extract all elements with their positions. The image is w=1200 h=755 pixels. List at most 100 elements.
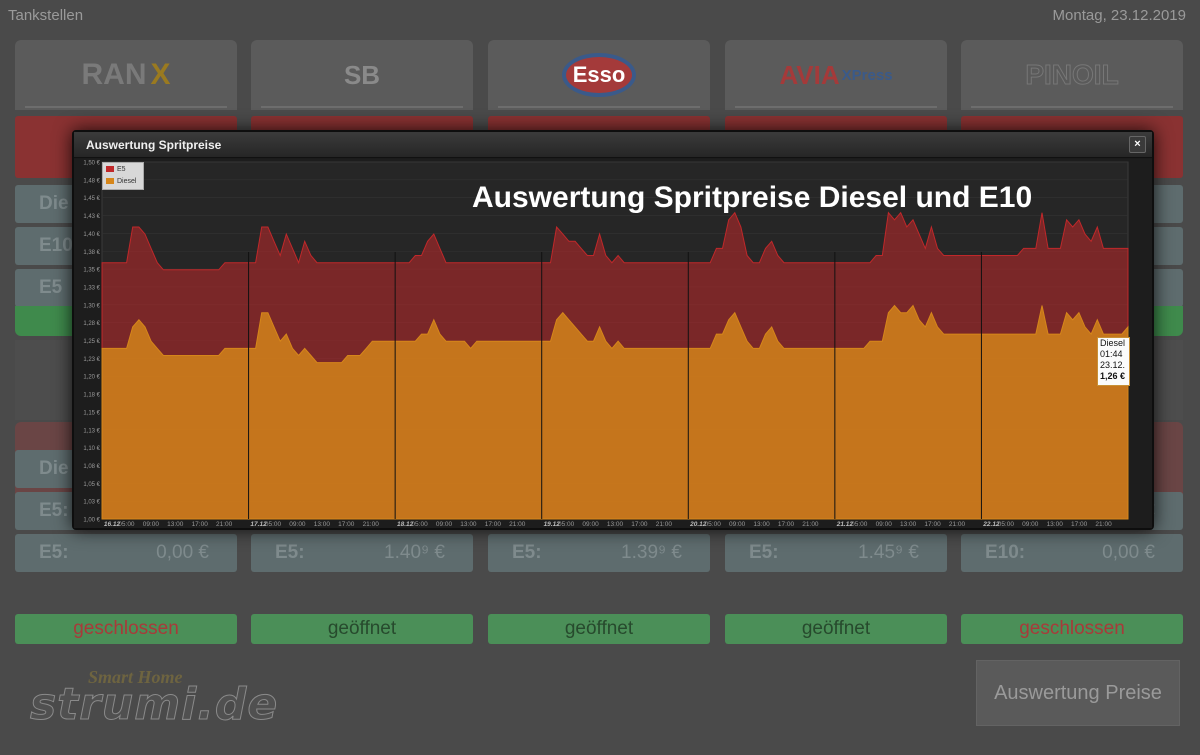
x-hour-label: 09:00 [436,521,453,528]
logo-big-text: strumi.de [29,679,279,731]
y-tick-label: 1,38 € [83,250,100,256]
x-hour-label: 09:00 [143,521,160,528]
fuel-price: 1.40⁹ € [384,542,445,563]
fuel-price: 1.39⁹ € [621,542,682,563]
y-tick-label: 1,18 € [83,393,100,399]
open-status: geschlossen [15,614,237,644]
tooltip-time: 01:44 [1100,349,1123,359]
x-hour-label: 17:00 [631,521,648,528]
open-status: geöffnet [488,614,710,644]
brand-logo: RAN X [15,40,237,110]
x-hour-label: 21:00 [802,521,819,528]
y-tick-label: 1,15 € [83,410,100,416]
fuel-label: E10: [985,542,1026,563]
auswertung-preise-button[interactable]: Auswertung Preise [976,660,1180,726]
x-hour-label: 05:00 [705,521,722,528]
y-tick-label: 1,20 € [83,375,100,381]
x-hour-label: 09:00 [289,521,306,528]
x-hour-label: 21:00 [949,521,966,528]
x-hour-label: 21:00 [1095,521,1112,528]
x-hour-label: 09:00 [876,521,893,528]
dialog-header: Auswertung Spritpreise × [74,132,1152,158]
x-hour-label: 17:00 [192,521,209,528]
fuel-label: E5: [39,500,69,521]
fuel-label: E5: [275,542,305,563]
x-hour-label: 17:00 [485,521,502,528]
legend-swatch-e5 [106,166,114,173]
tooltip-date: 23.12. [1100,360,1126,370]
tooltip-value: 1,26 € [1100,371,1126,381]
x-hour-label: 21:00 [656,521,673,528]
open-status: geöffnet [251,614,473,644]
top-bar: Tankstellen Montag, 23.12.2019 [0,0,1200,32]
x-hour-label: 05:00 [118,521,135,528]
y-tick-label: 1,23 € [83,357,100,363]
x-hour-label: 13:00 [1047,521,1064,528]
y-tick-label: 1,48 € [83,178,100,184]
dialog-title: Auswertung Spritpreise [86,138,222,152]
fuel-price: 0,00 € [1102,542,1155,563]
x-hour-label: 17:00 [924,521,941,528]
y-tick-label: 1,50 € [83,161,100,167]
fuel-label: E5: [749,542,779,563]
y-tick-label: 1,45 € [83,196,100,202]
price-row: E10: 0,00 € [961,534,1183,572]
legend-item-diesel[interactable]: Diesel [106,178,136,185]
y-tick-label: 1,08 € [83,464,100,470]
tooltip-series: Diesel [1100,338,1126,348]
price-row: E5: 1.45⁹ € [725,534,947,572]
y-tick-label: 1,25 € [83,339,100,345]
x-hour-label: 21:00 [509,521,526,528]
x-hour-label: 09:00 [729,521,746,528]
price-row: E5: 1.39⁹ € [488,534,710,572]
x-hour-label: 21:00 [363,521,380,528]
y-tick-label: 1,43 € [83,214,100,220]
price-row: E5: 1.40⁹ € [251,534,473,572]
fuel-label: E10 [39,235,73,256]
x-hour-label: 13:00 [314,521,331,528]
legend-item-e5[interactable]: E5 [106,166,126,173]
fuel-label: E5 [39,277,63,298]
chart-legend: E5 Diesel [102,162,144,190]
x-hour-label: 17:00 [778,521,795,528]
x-hour-label: 13:00 [900,521,917,528]
brand-logo: SB [251,40,473,110]
x-hour-label: 05:00 [998,521,1015,528]
x-hour-label: 09:00 [1022,521,1039,528]
smarthome-logo: Smart Home strumi.de [29,665,300,731]
brand-logo: AVIA XPress [725,40,947,110]
chart-dialog: Auswertung Spritpreise × 1,50 € 1,48 € 1,4… [72,130,1154,530]
x-hour-label: 05:00 [411,521,428,528]
fuel-price: 0,00 € [156,542,209,563]
y-tick-label: 1,00 € [83,518,100,524]
y-tick-label: 1,35 € [83,268,100,274]
fuel-label: Die [39,458,69,479]
open-status: geöffnet [725,614,947,644]
fuel-label: E5: [512,542,542,563]
fuel-price: 1.45⁹ € [858,542,919,563]
y-tick-label: 1,33 € [83,285,100,291]
y-tick-label: 1,10 € [83,446,100,452]
y-tick-label: 1,28 € [83,321,100,327]
x-hour-label: 09:00 [582,521,599,528]
y-tick-label: 1,03 € [83,500,100,506]
x-hour-label: 13:00 [167,521,184,528]
x-hour-label: 05:00 [265,521,282,528]
x-hour-label: 17:00 [1071,521,1088,528]
close-button[interactable]: × [1129,136,1146,153]
app-title: Tankstellen [8,7,84,24]
x-hour-label: 05:00 [851,521,868,528]
fuel-label: E5: [39,542,69,563]
chart-title: Auswertung Spritpreise Diesel und E10 [472,181,1033,214]
y-tick-label: 1,05 € [83,482,100,488]
x-hour-label: 13:00 [607,521,624,528]
current-date: Montag, 23.12.2019 [1052,7,1186,24]
x-hour-label: 13:00 [460,521,477,528]
chart-tooltip: Diesel 01:44 23.12. 1,26 € [1097,337,1130,386]
open-status: geschlossen [961,614,1183,644]
chart-area: 1,50 € 1,48 € 1,45 € 1,43 € 1,40 € 1,38 € 1,35… [74,159,1152,528]
y-tick-label: 1,40 € [83,232,100,238]
brand-logo: PINOIL [961,40,1183,110]
y-tick-label: 1,30 € [83,303,100,309]
fuel-label: Die [39,193,69,214]
